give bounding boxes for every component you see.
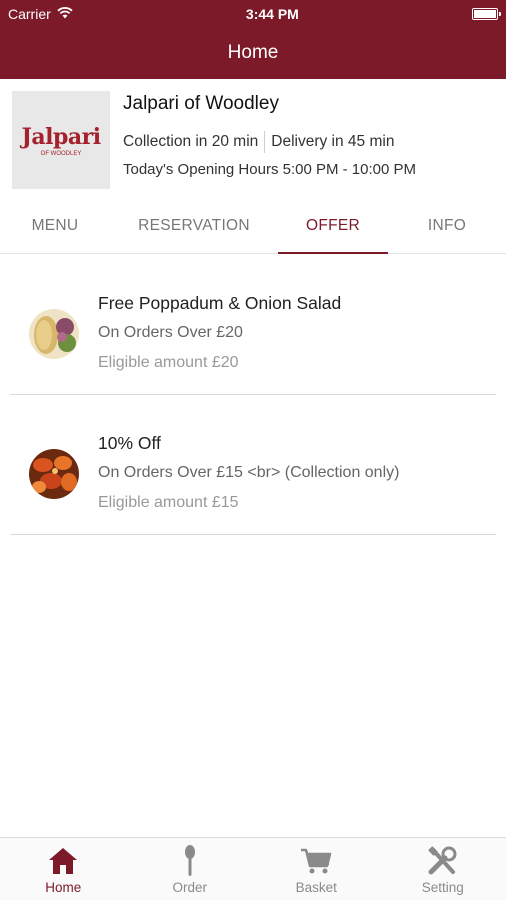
tools-icon	[427, 845, 459, 877]
restaurant-card: Jalpari OF WOODLEY Jalpari of Woodley Co…	[0, 79, 506, 199]
bottom-tab-bar: Home Order Basket Setting	[0, 837, 506, 900]
opening-hours: Today's Opening Hours 5:00 PM - 10:00 PM	[123, 161, 417, 178]
offer-title: Free Poppadum & Onion Salad	[98, 293, 342, 313]
bottom-tab-order[interactable]: Order	[127, 838, 254, 900]
bottom-tab-label: Basket	[295, 880, 337, 895]
tab-info[interactable]: INFO	[388, 199, 506, 253]
tab-offer[interactable]: OFFER	[278, 199, 388, 254]
carrier-label: Carrier	[8, 5, 51, 22]
bottom-tab-label: Order	[172, 880, 207, 895]
restaurant-name: Jalpari of Woodley	[123, 93, 279, 114]
offer-condition: On Orders Over £20	[98, 324, 243, 341]
wifi-icon	[57, 6, 73, 22]
logo-subtext: OF WOODLEY	[40, 150, 82, 157]
battery-icon	[471, 7, 501, 20]
restaurant-tabs: MENU RESERVATION OFFER INFO	[0, 199, 506, 254]
spoon-icon	[183, 845, 197, 877]
collection-time: Collection in 20 min	[123, 133, 259, 150]
status-time: 3:44 PM	[245, 5, 299, 22]
tab-reservation[interactable]: RESERVATION	[110, 199, 278, 253]
offer-title: 10% Off	[98, 433, 161, 453]
delivery-time: Delivery in 45 min	[271, 133, 395, 150]
tab-menu[interactable]: MENU	[0, 199, 110, 253]
page-title: Home	[227, 42, 279, 63]
restaurant-logo: Jalpari OF WOODLEY	[12, 91, 110, 189]
offer-list: Free Poppadum & Onion Salad On Orders Ov…	[0, 255, 506, 535]
divider	[264, 131, 266, 153]
offer-condition: On Orders Over £15 <br> (Collection only…	[98, 464, 400, 481]
cart-icon	[300, 845, 332, 877]
bottom-tab-setting[interactable]: Setting	[380, 838, 506, 900]
offer-eligible-amount: Eligible amount £20	[98, 354, 239, 371]
status-bar: Carrier 3:44 PM	[0, 0, 506, 27]
bottom-tab-basket[interactable]: Basket	[253, 838, 380, 900]
restaurant-times: Collection in 20 min Delivery in 45 min	[123, 131, 394, 153]
offer-item[interactable]: Free Poppadum & Onion Salad On Orders Ov…	[10, 255, 496, 395]
bottom-tab-label: Setting	[421, 880, 464, 895]
bottom-tab-label: Home	[45, 880, 82, 895]
bottom-tab-home[interactable]: Home	[0, 838, 127, 900]
logo-text: Jalpari	[21, 123, 101, 150]
app-header: Carrier 3:44 PM Home	[0, 0, 506, 79]
chicken-wings-image	[29, 449, 79, 499]
offer-eligible-amount: Eligible amount £15	[98, 494, 239, 511]
poppadum-image	[29, 309, 79, 359]
offer-item[interactable]: 10% Off On Orders Over £15 <br> (Collect…	[10, 395, 496, 535]
home-icon	[47, 845, 79, 877]
